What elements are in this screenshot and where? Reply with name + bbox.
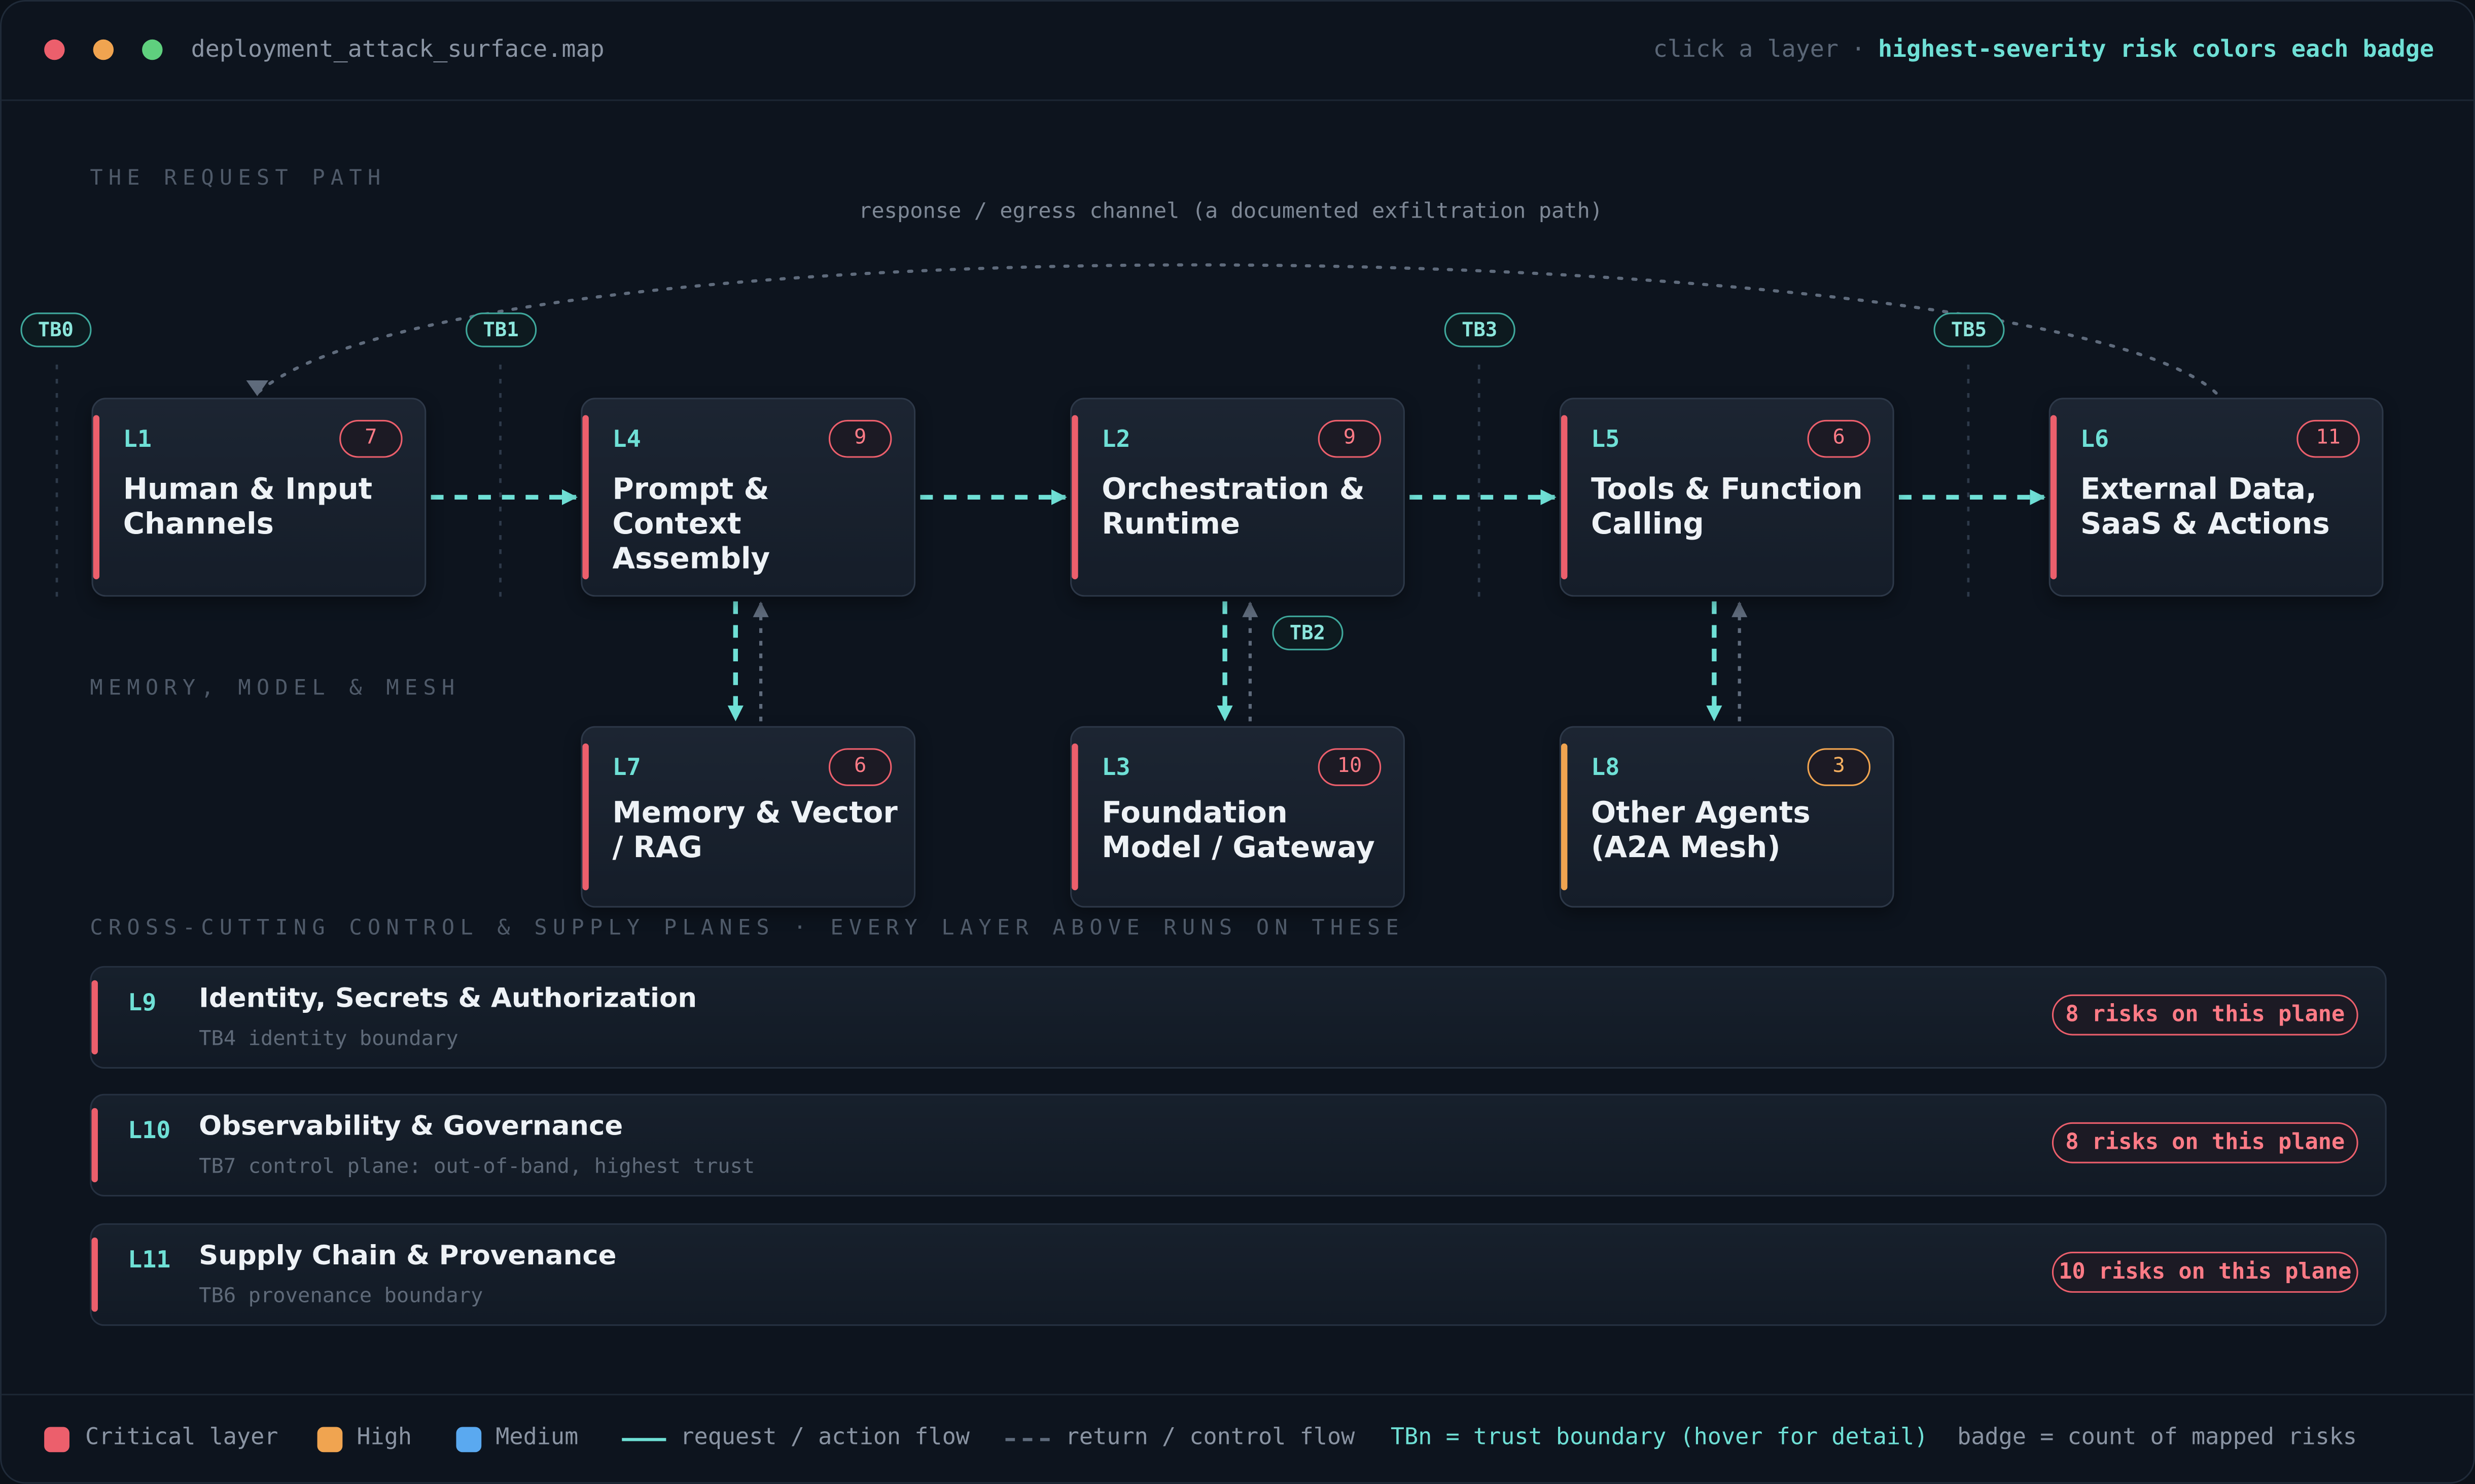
layer-card-l2[interactable]: L2 9 Orchestration & Runtime xyxy=(1070,398,1405,597)
plane-risk-badge: 8 risks on this plane xyxy=(2052,994,2358,1036)
layer-id: L8 xyxy=(1591,753,1620,782)
plane-id: L10 xyxy=(128,1116,171,1145)
legend-return: return / control flow xyxy=(1065,1425,1355,1451)
plane-subtitle: TB4 identity boundary xyxy=(199,1028,458,1051)
layer-id: L7 xyxy=(612,753,641,782)
plane-risk-badge: 8 risks on this plane xyxy=(2052,1122,2358,1163)
risk-count-badge: 10 xyxy=(1318,748,1382,786)
severity-bar xyxy=(1561,743,1568,891)
severity-bar xyxy=(2050,415,2057,580)
plane-l9[interactable]: L9 Identity, Secrets & Authorization TB4… xyxy=(90,966,2387,1069)
tb5-chip[interactable]: TB5 xyxy=(1933,312,2004,347)
risk-count-badge: 6 xyxy=(1807,419,1871,458)
legend: Critical layer High Medium request / act… xyxy=(2,1394,2473,1482)
layer-name: Memory & Vector / RAG xyxy=(612,797,898,865)
tb0-chip[interactable]: TB0 xyxy=(20,312,91,347)
layer-card-l7[interactable]: L7 6 Memory & Vector / RAG xyxy=(581,726,916,908)
layer-name: Prompt & Context Assembly xyxy=(612,473,770,576)
tb2-chip[interactable]: TB2 xyxy=(1272,615,1343,651)
plane-name: Identity, Secrets & Authorization xyxy=(199,983,697,1015)
severity-bar xyxy=(1072,743,1078,891)
section-planes: CROSS-CUTTING CONTROL & SUPPLY PLANES · … xyxy=(90,915,1404,941)
risk-count-badge: 3 xyxy=(1807,748,1871,786)
layer-name: Orchestration & Runtime xyxy=(1102,473,1365,542)
severity-bar xyxy=(91,1108,98,1183)
high-swatch xyxy=(317,1427,343,1453)
plane-risk-badge: 10 risks on this plane xyxy=(2052,1252,2358,1293)
plane-id: L11 xyxy=(128,1245,171,1274)
severity-bar xyxy=(93,415,100,580)
risk-count-badge: 11 xyxy=(2296,419,2360,458)
layer-id: L4 xyxy=(612,425,641,453)
plane-id: L9 xyxy=(128,988,157,1017)
severity-bar xyxy=(91,1238,98,1312)
plane-name: Supply Chain & Provenance xyxy=(199,1241,617,1273)
app-window: deployment_attack_surface.map click a la… xyxy=(0,0,2475,1484)
layer-id: L3 xyxy=(1102,753,1130,782)
layer-id: L1 xyxy=(123,425,152,453)
legend-trust-boundary: TBn = trust boundary (hover for detail) xyxy=(1390,1425,1928,1451)
layer-name: Human & Input Channels xyxy=(123,473,373,542)
layer-card-l3[interactable]: L3 10 Foundation Model / Gateway xyxy=(1070,726,1405,908)
layer-card-l8[interactable]: L8 3 Other Agents (A2A Mesh) xyxy=(1559,726,1894,908)
risk-count-badge: 7 xyxy=(339,419,403,458)
layer-card-l4[interactable]: L4 9 Prompt & Context Assembly xyxy=(581,398,916,597)
plane-name: Observability & Governance xyxy=(199,1111,623,1143)
legend-critical: Critical layer xyxy=(85,1425,278,1451)
medium-swatch xyxy=(456,1427,482,1453)
layer-name: External Data, SaaS & Actions xyxy=(2080,473,2330,542)
severity-bar xyxy=(91,980,98,1054)
plane-subtitle: TB6 provenance boundary xyxy=(199,1285,483,1309)
layer-card-l6[interactable]: L6 11 External Data, SaaS & Actions xyxy=(2048,398,2384,597)
layer-id: L6 xyxy=(2080,425,2109,453)
legend-request: request / action flow xyxy=(680,1425,970,1451)
layer-name: Foundation Model / Gateway xyxy=(1102,797,1375,865)
request-flow-line-icon xyxy=(622,1438,666,1441)
return-flow-line-icon xyxy=(1005,1438,1050,1441)
plane-l11[interactable]: L11 Supply Chain & Provenance TB6 proven… xyxy=(90,1223,2387,1326)
section-memory: MEMORY, MODEL & MESH xyxy=(90,676,461,701)
layer-id: L2 xyxy=(1102,425,1130,453)
layer-card-l5[interactable]: L5 6 Tools & Function Calling xyxy=(1559,398,1894,597)
egress-arc xyxy=(256,263,2218,395)
severity-bar xyxy=(1561,415,1568,580)
severity-bar xyxy=(582,743,589,891)
legend-badge: badge = count of mapped risks xyxy=(1957,1425,2357,1451)
plane-l10[interactable]: L10 Observability & Governance TB7 contr… xyxy=(90,1093,2387,1197)
tb3-chip[interactable]: TB3 xyxy=(1444,312,1515,347)
tb1-chip[interactable]: TB1 xyxy=(466,312,536,347)
egress-arrowhead xyxy=(246,380,269,397)
severity-bar xyxy=(582,415,589,580)
plane-subtitle: TB7 control plane: out-of-band, highest … xyxy=(199,1155,755,1179)
layer-card-l1[interactable]: L1 7 Human & Input Channels xyxy=(91,398,427,597)
layer-name: Tools & Function Calling xyxy=(1591,473,1863,542)
layer-id: L5 xyxy=(1591,425,1620,453)
critical-swatch xyxy=(44,1427,69,1453)
layer-name: Other Agents (A2A Mesh) xyxy=(1591,797,1811,865)
legend-medium: Medium xyxy=(496,1425,579,1451)
risk-count-badge: 6 xyxy=(828,748,892,786)
risk-count-badge: 9 xyxy=(828,419,892,458)
risk-count-badge: 9 xyxy=(1318,419,1382,458)
severity-bar xyxy=(1072,415,1078,580)
legend-high: High xyxy=(357,1425,412,1451)
